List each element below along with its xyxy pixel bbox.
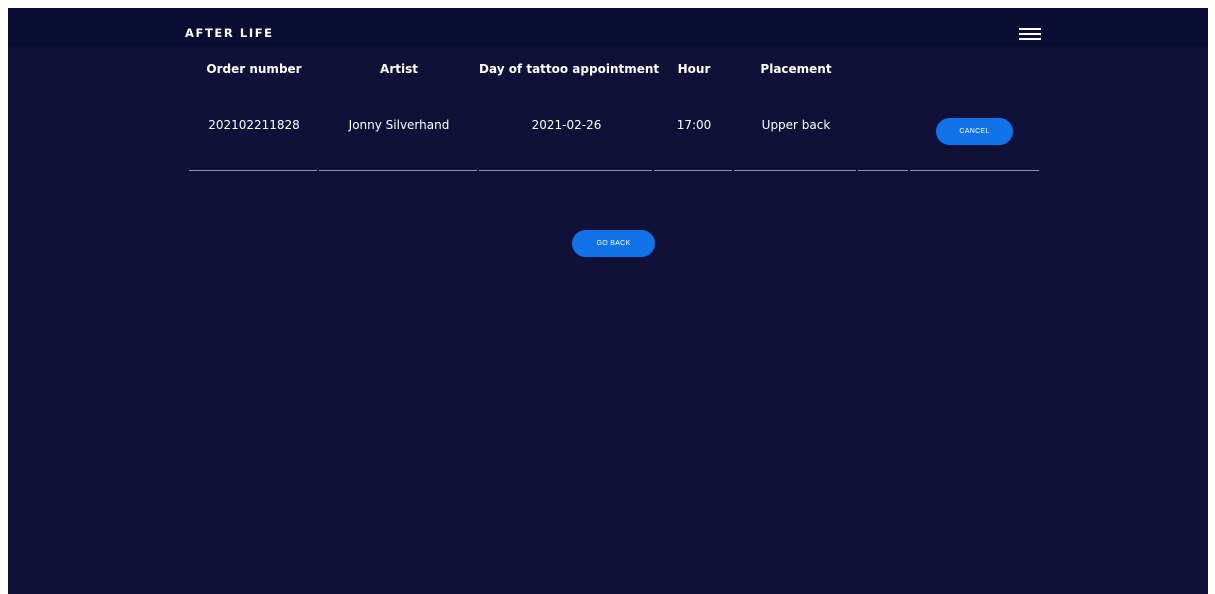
row-divider [910,170,1039,171]
hamburger-line [1019,28,1041,30]
column-header-placement: Placement [760,62,832,76]
column-header-order-number: Order number [206,62,302,76]
cancel-button[interactable]: CANCEL [936,118,1013,145]
row-divider [319,170,477,171]
page: AFTER LIFE Order number Artist Day of ta… [8,8,1208,594]
column-header-hour: Hour [677,62,711,76]
cell-date: 2021-02-26 [531,118,602,132]
hamburger-menu-icon[interactable] [1019,28,1041,42]
row-divider [734,170,856,171]
hamburger-line [1019,38,1041,40]
column-header-date: Day of tattoo appointment [479,62,660,76]
row-divider [189,170,317,171]
row-divider [858,170,908,171]
row-divider [479,170,652,171]
navbar: AFTER LIFE [8,8,1208,46]
cell-order-number: 202102211828 [208,118,300,132]
cell-artist: Jonny Silverhand [348,118,450,132]
row-divider [654,170,732,171]
cell-hour: 17:00 [676,118,712,132]
cell-placement: Upper back [761,118,831,132]
hamburger-line [1019,33,1041,35]
brand-logo[interactable]: AFTER LIFE [185,26,274,40]
column-header-artist: Artist [380,62,418,76]
go-back-button[interactable]: GO BACK [572,230,655,257]
